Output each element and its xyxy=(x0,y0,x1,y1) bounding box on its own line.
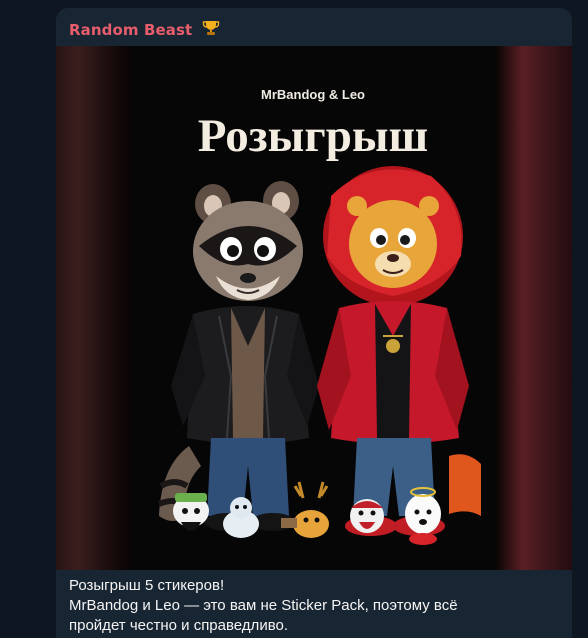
message-bubble[interactable]: Random Beast MrBandog & Leo Розыгрыш Роз… xyxy=(56,8,572,638)
poster-top-text: MrBandog & Leo xyxy=(261,87,365,102)
sender-name[interactable]: Random Beast xyxy=(69,19,220,41)
message-caption: Розыгрыш 5 стикеров! MrBandog и Leo — эт… xyxy=(69,576,559,636)
poster-headline: Розыгрыш xyxy=(198,110,428,162)
media-image[interactable]: MrBandog & Leo Розыгрыш xyxy=(56,46,572,570)
caption-line-1: Розыгрыш 5 стикеров! xyxy=(69,577,225,594)
caption-line-2: MrBandog и Leo — это вам не Sticker Pack… xyxy=(69,597,458,614)
blur-left-panel xyxy=(56,46,131,570)
poster-image: MrBandog & Leo Розыгрыш xyxy=(131,46,496,570)
blur-right-panel xyxy=(496,46,572,570)
trophy-icon xyxy=(202,19,220,41)
sender-name-text[interactable]: Random Beast xyxy=(69,21,192,39)
raccoon-character xyxy=(157,181,319,531)
lion-character xyxy=(317,166,481,536)
caption-line-3: пройдет честно и справедливо. xyxy=(69,617,289,634)
